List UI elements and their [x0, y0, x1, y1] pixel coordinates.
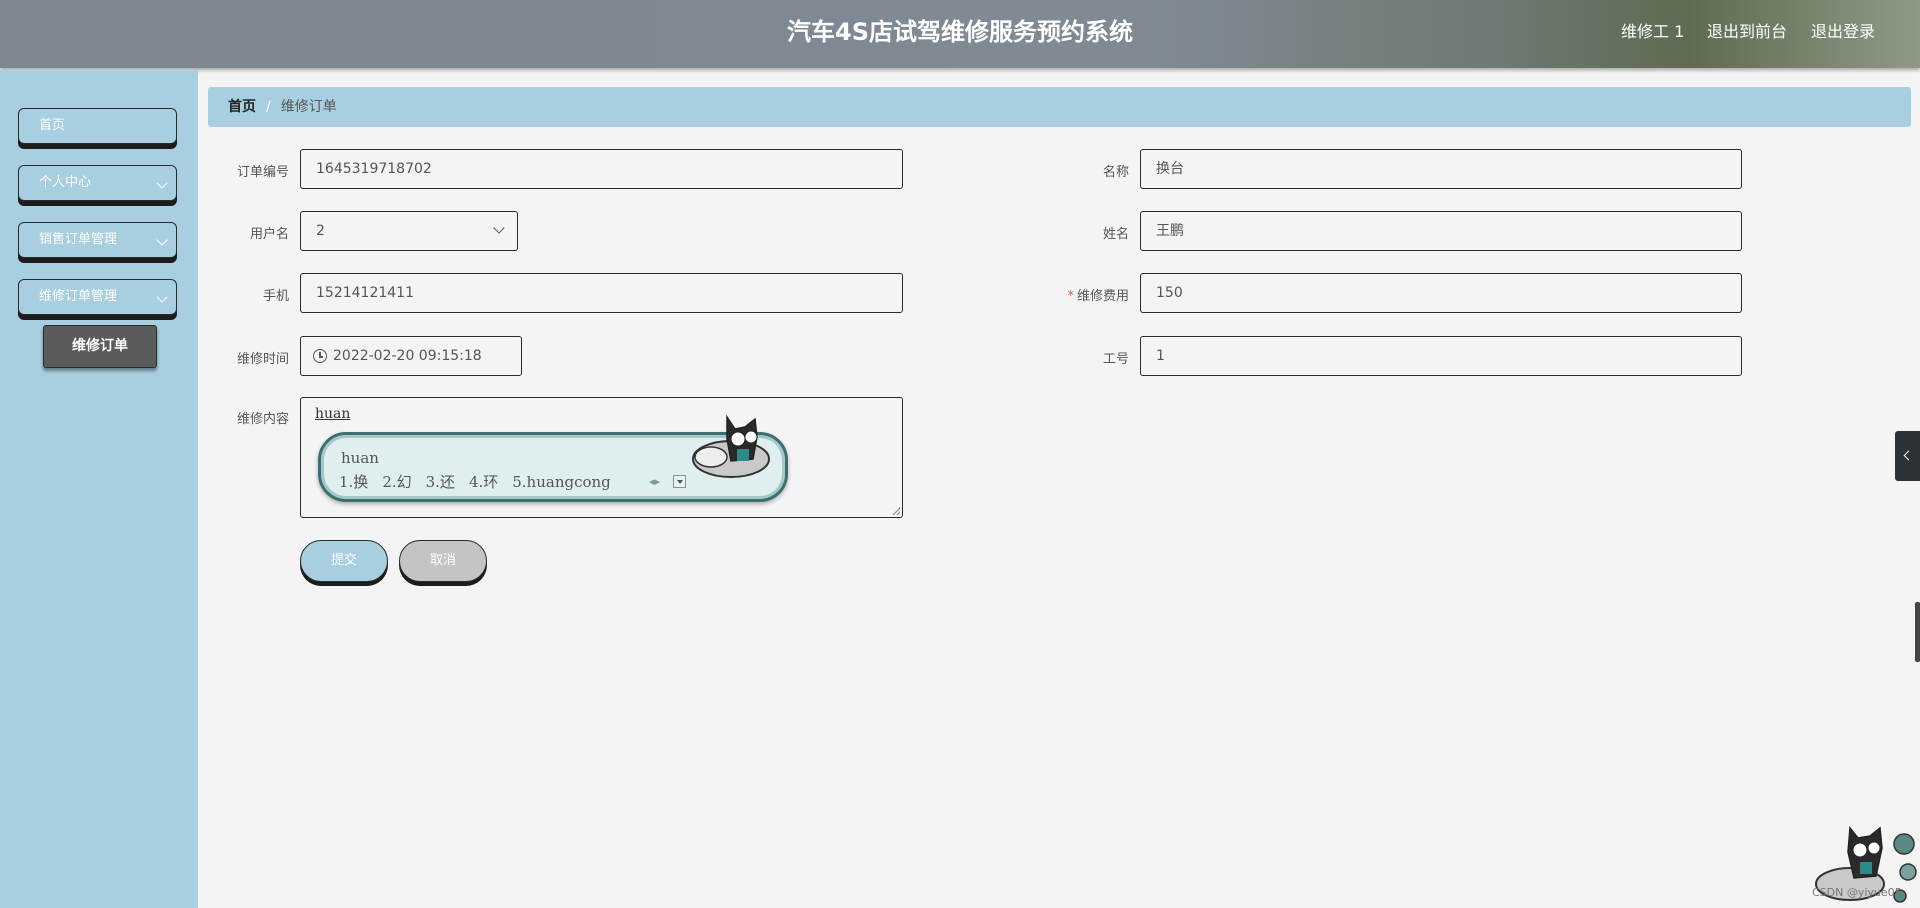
- sidebar-item-personal-center[interactable]: 个人中心: [18, 165, 177, 201]
- watermark-credit: CSDN @yiyue05: [1812, 886, 1902, 899]
- ime-candidate-list: 1.换 2.幻 3.还 4.环 5.huangcong: [339, 471, 625, 492]
- top-header: 汽车4S店试驾维修服务预约系统 维修工 1 退出到前台 退出登录: [0, 0, 1920, 68]
- chevron-down-icon: [156, 177, 168, 189]
- ime-candidate[interactable]: 1.换: [339, 473, 368, 491]
- back-to-front-link[interactable]: 退出到前台: [1707, 18, 1787, 42]
- repair-fee-label: * 维修费用: [1029, 285, 1129, 304]
- cancel-button[interactable]: 取消: [399, 540, 487, 582]
- sidebar-item-label: 首页: [39, 118, 66, 133]
- breadcrumb-current: 维修订单: [280, 99, 337, 115]
- chevron-down-icon: [156, 234, 168, 246]
- realname-label: 姓名: [1102, 227, 1129, 242]
- sidebar-item-label: 销售订单管理: [39, 232, 118, 247]
- logout-link[interactable]: 退出登录: [1811, 18, 1875, 42]
- ime-candidate[interactable]: 3.还: [426, 473, 455, 491]
- page-arrows-icon[interactable]: ◂▸: [649, 475, 660, 488]
- username-select[interactable]: 2: [300, 211, 518, 251]
- submit-button[interactable]: 提交: [300, 540, 388, 582]
- username-value: 2: [316, 223, 325, 239]
- breadcrumb-separator: /: [266, 99, 271, 115]
- name-label: 名称: [1102, 165, 1129, 180]
- order-no-label: 订单编号: [236, 165, 289, 180]
- resize-grip-icon[interactable]: [892, 507, 900, 515]
- breadcrumb-home[interactable]: 首页: [228, 99, 256, 115]
- sidebar-item-repair-orders[interactable]: 维修订单管理: [18, 279, 177, 315]
- order-no-field[interactable]: 1645319718702: [300, 149, 903, 189]
- ime-candidate[interactable]: 5.huangcong: [512, 473, 611, 491]
- job-no-field[interactable]: 1: [1140, 336, 1742, 376]
- repair-fee-label-text: 维修费用: [1076, 289, 1129, 304]
- repair-time-value: 2022-02-20 09:15:18: [333, 348, 482, 364]
- chevron-down-icon: [156, 291, 168, 303]
- repair-content-label: 维修内容: [236, 412, 289, 427]
- sidebar-subitem-repair-order[interactable]: 维修订单: [43, 325, 157, 368]
- repair-time-picker[interactable]: 2022-02-20 09:15:18: [300, 336, 522, 376]
- username-label: 用户名: [249, 227, 289, 242]
- sidebar-item-label: 个人中心: [39, 175, 92, 190]
- repair-content-value: huan: [315, 406, 351, 422]
- ime-candidate-popup: huan 1.换 2.幻 3.还 4.环 5.huangcong ◂▸: [318, 414, 788, 502]
- ime-composition: huan: [341, 449, 379, 467]
- ime-candidate[interactable]: 4.环: [469, 473, 498, 491]
- side-drawer-toggle[interactable]: [1895, 431, 1920, 481]
- clock-icon: [313, 349, 327, 363]
- required-mark: *: [1067, 289, 1074, 304]
- job-no-label: 工号: [1102, 352, 1129, 367]
- repair-time-label: 维修时间: [236, 352, 289, 367]
- sidebar: 首页 个人中心 销售订单管理 维修订单管理 维修订单: [0, 70, 198, 908]
- name-field[interactable]: 换台: [1140, 149, 1742, 189]
- sidebar-item-label: 维修订单管理: [39, 289, 118, 304]
- phone-field[interactable]: 15214121411: [300, 273, 903, 313]
- breadcrumb: 首页 / 维修订单: [208, 87, 1911, 127]
- current-user[interactable]: 维修工 1: [1621, 18, 1684, 42]
- sidebar-item-home[interactable]: 首页: [18, 108, 177, 144]
- chevron-down-icon: [493, 222, 505, 234]
- ime-candidate[interactable]: 2.幻: [382, 473, 411, 491]
- realname-field[interactable]: 王鹏: [1140, 211, 1742, 251]
- repair-fee-field[interactable]: 150: [1140, 273, 1742, 313]
- scrollbar-thumb[interactable]: [1915, 602, 1920, 662]
- phone-label: 手机: [262, 289, 289, 304]
- cat-mascot-icon: [692, 414, 770, 478]
- sidebar-item-sales-orders[interactable]: 销售订单管理: [18, 222, 177, 258]
